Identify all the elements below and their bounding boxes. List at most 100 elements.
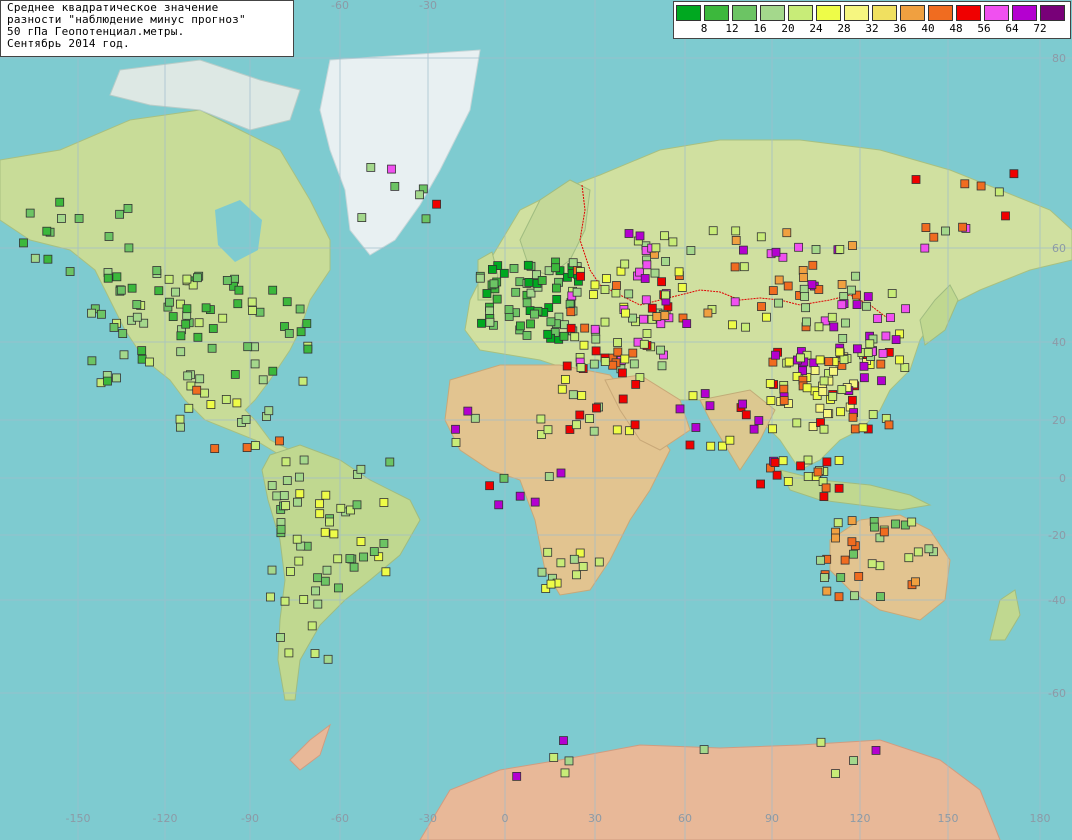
legend-swatch [732, 5, 757, 21]
station-marker [222, 275, 232, 285]
station-marker [589, 426, 599, 436]
station-marker [656, 345, 665, 355]
station-marker [819, 424, 829, 434]
station-marker [630, 420, 640, 430]
station-marker [152, 266, 162, 275]
station-marker [738, 399, 747, 409]
station-marker [559, 331, 569, 341]
station-marker [568, 258, 578, 268]
station-marker [827, 312, 837, 322]
station-marker [811, 244, 821, 254]
station-marker [356, 464, 366, 474]
station-marker [1009, 169, 1019, 179]
station-marker [546, 317, 556, 327]
station-marker [616, 266, 626, 276]
station-marker [818, 387, 828, 397]
station-marker [730, 297, 740, 307]
station-marker [201, 303, 211, 313]
legend-swatch [872, 5, 897, 21]
station-marker [546, 579, 556, 589]
lat-tick-label: 20 [1052, 414, 1066, 427]
station-marker [299, 455, 309, 465]
lat-tick-label: 40 [1052, 336, 1066, 349]
station-marker [282, 297, 292, 307]
legend-swatch [844, 5, 869, 21]
lat-tick-label: 0 [1059, 472, 1066, 485]
station-marker [295, 304, 305, 314]
station-marker [576, 363, 586, 373]
station-marker [841, 318, 850, 328]
station-marker [183, 371, 193, 381]
station-marker [25, 208, 35, 218]
station-marker [782, 228, 792, 238]
station-marker [359, 552, 369, 562]
station-marker [602, 274, 611, 283]
station-marker [730, 262, 740, 272]
station-marker [765, 379, 775, 388]
station-marker [487, 264, 497, 274]
station-marker [873, 314, 882, 324]
station-marker [333, 554, 343, 564]
station-marker [784, 357, 794, 367]
lat-tick-label: -20 [1048, 529, 1066, 542]
station-marker [552, 283, 561, 293]
station-marker [829, 366, 838, 376]
station-marker [242, 443, 252, 453]
station-marker [123, 203, 133, 213]
station-marker [182, 304, 192, 314]
station-marker [311, 586, 321, 596]
station-marker [813, 467, 823, 477]
station-marker [570, 332, 580, 342]
station-marker [103, 376, 112, 386]
station-marker [294, 556, 304, 566]
station-marker [272, 491, 282, 501]
station-marker [564, 756, 574, 766]
station-marker [828, 391, 838, 401]
station-marker [192, 385, 202, 395]
station-marker [509, 263, 519, 273]
station-marker [230, 369, 240, 379]
station-marker [871, 746, 881, 755]
station-marker [267, 481, 277, 491]
station-marker [65, 267, 75, 276]
station-marker [530, 309, 539, 319]
station-marker [164, 274, 174, 284]
station-marker [703, 308, 713, 318]
station-marker [42, 226, 52, 236]
station-marker [302, 319, 312, 328]
lon-tick-label: 150 [938, 812, 959, 825]
station-marker [590, 324, 600, 334]
station-marker [976, 181, 986, 191]
station-marker [863, 348, 873, 357]
station-marker [250, 359, 260, 369]
legend-label: 36 [893, 22, 907, 35]
station-marker [145, 357, 154, 367]
world-map: -150 -120 -90 -60 -30 0 30 60 90 120 150 180-60 -308… [0, 0, 1072, 840]
station-marker [323, 654, 333, 664]
lon-tick-label: 120 [850, 812, 871, 825]
station-marker [847, 285, 856, 295]
station-marker [657, 361, 667, 371]
station-marker [838, 333, 848, 343]
station-marker [808, 260, 818, 270]
station-marker [870, 522, 879, 532]
station-marker [771, 350, 780, 360]
station-marker [836, 573, 846, 582]
legend-label: 8 [700, 22, 708, 35]
station-marker [115, 209, 124, 219]
station-marker [688, 391, 698, 401]
station-marker [168, 312, 178, 322]
station-marker [849, 549, 858, 559]
station-marker [494, 500, 504, 510]
station-marker [515, 491, 525, 501]
station-marker [504, 305, 514, 315]
station-marker [325, 517, 335, 527]
station-marker [840, 555, 850, 565]
station-marker [911, 175, 921, 184]
station-marker [802, 383, 812, 393]
legend-swatch [704, 5, 729, 21]
station-marker [268, 366, 278, 376]
station-marker [243, 342, 253, 352]
station-marker [810, 366, 820, 375]
station-marker [774, 275, 784, 285]
